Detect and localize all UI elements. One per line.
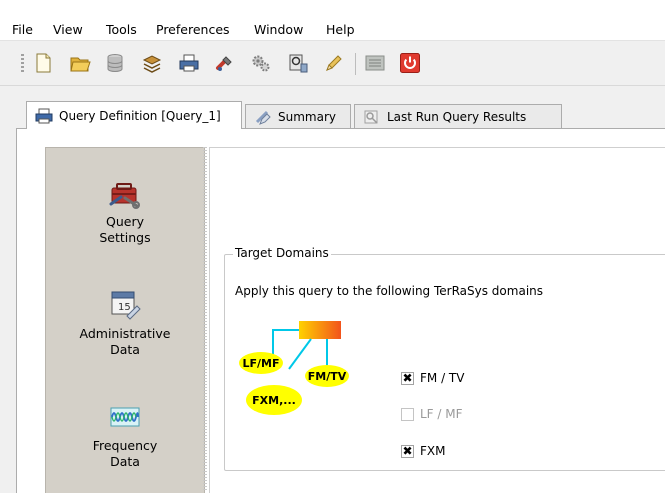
summary-icon	[255, 110, 271, 125]
toolbox-icon	[109, 183, 140, 209]
toolbar-grip[interactable]	[21, 54, 24, 74]
sidebar-item-label: Query	[106, 214, 144, 229]
svg-text:15: 15	[118, 302, 131, 313]
sidebar-item-label: Data	[110, 454, 140, 469]
toolbar	[0, 41, 665, 86]
menu-bar: File View Tools Preferences Window Help	[0, 0, 665, 41]
query-icon[interactable]	[287, 52, 309, 74]
frequency-wave-icon	[110, 407, 140, 427]
grid-icon[interactable]	[364, 52, 386, 74]
menu-help[interactable]: Help	[326, 22, 355, 38]
sidebar-item-label: Frequency	[92, 438, 158, 453]
printer-icon[interactable]	[178, 52, 200, 74]
sidebar-item-query-settings[interactable]: Query Settings	[46, 174, 204, 246]
checkbox-fm-tv[interactable]: ✖ FM / TV	[401, 369, 464, 387]
diagram-header	[299, 321, 341, 339]
menu-tools[interactable]: Tools	[106, 22, 137, 38]
tab-label: Last Run Query Results	[387, 109, 527, 124]
sidebar-item-label: Settings	[99, 230, 151, 245]
diagram-label-fxm: FXM,...	[252, 394, 296, 407]
sidebar-item-administrative-data[interactable]: 15 Administrative Data	[46, 286, 204, 358]
tab-query-definition[interactable]: Query Definition [Query_1]	[26, 101, 242, 129]
tab-last-run-query-results[interactable]: Last Run Query Results	[354, 104, 562, 128]
query-settings-panel: Target Domains Apply this query to the f…	[209, 147, 665, 493]
calendar-icon: 15	[111, 291, 141, 320]
checkbox-label: FXM	[420, 444, 446, 458]
printer-icon	[35, 108, 53, 123]
tab-label: Query Definition [Query_1]	[59, 108, 221, 123]
menu-preferences[interactable]: Preferences	[156, 22, 230, 38]
stack-icon[interactable]	[141, 52, 163, 74]
checkbox-lf-mf[interactable]: LF / MF	[401, 405, 463, 423]
panel-splitter[interactable]	[203, 147, 207, 492]
results-icon	[364, 110, 378, 124]
menu-file[interactable]: File	[12, 22, 33, 38]
domain-diagram: LF/MF FM/TV FXM,...	[239, 321, 349, 415]
tab-label: Summary	[278, 109, 336, 124]
target-domains-group: Target Domains Apply this query to the f…	[224, 246, 665, 471]
toolbar-separator	[355, 53, 356, 75]
tab-summary[interactable]: Summary	[245, 104, 351, 128]
checkbox-box[interactable]	[401, 407, 414, 421]
menu-view[interactable]: View	[53, 22, 83, 38]
sidebar: Query Settings 15 Administrative Data Fr…	[45, 147, 205, 493]
menu-window[interactable]: Window	[254, 22, 303, 38]
diagram-label-lfmf: LF/MF	[242, 357, 279, 370]
sidebar-item-label: Data	[110, 342, 140, 357]
power-icon[interactable]	[399, 52, 421, 74]
new-document-icon[interactable]	[32, 52, 54, 74]
target-domains-description: Apply this query to the following TerRaS…	[235, 284, 544, 298]
checkbox-label: LF / MF	[420, 407, 463, 421]
target-domains-title: Target Domains	[233, 246, 331, 260]
application-window: File View Tools Preferences Window Help	[0, 0, 665, 493]
checkbox-fxm[interactable]: ✖ FXM	[401, 442, 445, 460]
edit-icon[interactable]	[323, 52, 345, 74]
checkbox-box[interactable]: ✖	[401, 371, 414, 385]
checkbox-label: FM / TV	[420, 371, 465, 385]
tab-content: Query Settings 15 Administrative Data Fr…	[16, 129, 665, 493]
sidebar-item-frequency-data[interactable]: Frequency Data	[46, 398, 204, 470]
settings-gears-icon[interactable]	[250, 52, 272, 74]
tools-icon[interactable]	[214, 52, 236, 74]
diagram-label-fmtv: FM/TV	[308, 370, 347, 383]
checkbox-box[interactable]: ✖	[401, 444, 414, 458]
open-folder-icon[interactable]	[69, 52, 91, 74]
sidebar-item-label: Administrative	[79, 326, 171, 341]
database-icon[interactable]	[104, 52, 126, 74]
